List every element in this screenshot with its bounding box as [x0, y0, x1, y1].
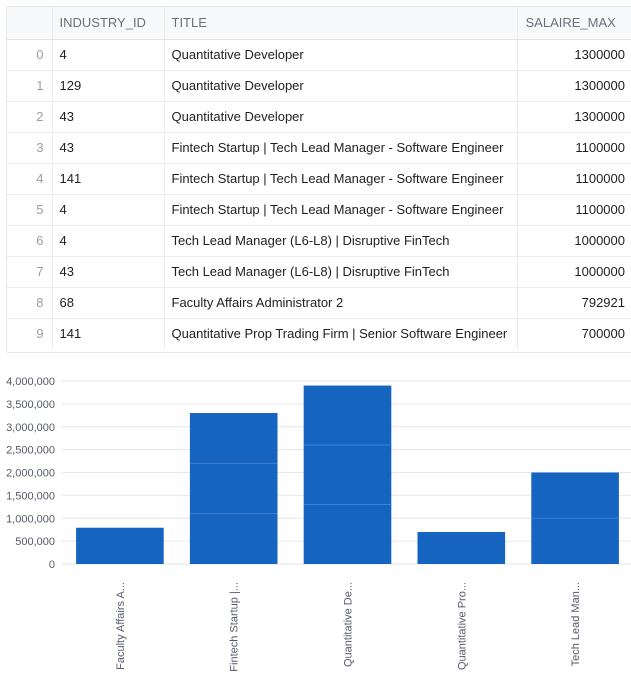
table-header-row: INDUSTRY_ID TITLE SALAIRE_MAX — [7, 7, 631, 40]
cell-salaire-max: 1300000 — [517, 70, 631, 102]
header-industry-id[interactable]: INDUSTRY_ID — [52, 7, 165, 40]
x-tick-label: Quantitative De... — [343, 582, 355, 667]
y-tick-label: 2,500,000 — [6, 445, 55, 457]
cell-salaire-max: 1300000 — [517, 101, 631, 133]
row-index: 3 — [7, 132, 53, 164]
cell-industry-id: 141 — [52, 318, 165, 349]
x-tick-label: Fintech Startup |... — [229, 582, 241, 672]
bar-segment — [189, 463, 278, 514]
y-tick-label: 500,000 — [15, 536, 55, 548]
y-tick-label: 0 — [49, 559, 55, 571]
cell-salaire-max: 1100000 — [517, 163, 631, 195]
row-index: 1 — [7, 70, 53, 102]
cell-industry-id: 129 — [52, 70, 165, 102]
cell-industry-id: 43 — [52, 132, 165, 164]
y-tick-label: 3,500,000 — [6, 399, 55, 411]
cell-title: Tech Lead Manager (L6-L8) | Disruptive F… — [164, 256, 518, 288]
cell-title: Faculty Affairs Administrator 2 — [164, 287, 518, 319]
cell-salaire-max: 792921 — [517, 287, 631, 319]
x-tick-label: Tech Lead Man... — [570, 582, 582, 666]
y-tick-label: 1,500,000 — [6, 490, 55, 502]
row-index: 0 — [7, 39, 53, 71]
cell-salaire-max: 1100000 — [517, 132, 631, 164]
bar-segment — [531, 518, 619, 564]
cell-title: Tech Lead Manager (L6-L8) | Disruptive F… — [164, 225, 518, 257]
table-row: 5 4 Fintech Startup | Tech Lead Manager - … — [7, 194, 631, 226]
cell-industry-id: 4 — [52, 194, 165, 226]
table-row: 1 129 Quantitative Developer 1300000 — [7, 70, 631, 102]
cell-title: Fintech Startup | Tech Lead Manager - So… — [164, 194, 518, 226]
bar-segment — [531, 472, 619, 519]
row-index: 2 — [7, 101, 53, 133]
bar-segment — [76, 527, 164, 564]
results-table: INDUSTRY_ID TITLE SALAIRE_MAX 0 4 Quantita… — [6, 6, 631, 353]
header-index[interactable] — [7, 7, 53, 40]
row-index: 9 — [7, 318, 53, 349]
table-row: 2 43 Quantitative Developer 1300000 — [7, 101, 631, 133]
y-tick-label: 2,000,000 — [6, 468, 55, 480]
table-row: 3 43 Fintech Startup | Tech Lead Manager -… — [7, 132, 631, 164]
cell-title: Quantitative Developer — [164, 70, 518, 102]
cell-title: Fintech Startup | Tech Lead Manager - So… — [164, 163, 518, 195]
row-index: 8 — [7, 287, 53, 319]
cell-title: Quantitative Developer — [164, 101, 518, 133]
table-row: 6 4 Tech Lead Manager (L6-L8) | Disruptive… — [7, 225, 631, 257]
x-tick-label: Faculty Affairs A... — [115, 582, 127, 670]
bar-segment — [189, 413, 278, 464]
cell-industry-id: 43 — [52, 101, 165, 133]
table-row: 7 43 Tech Lead Manager (L6-L8) | Disruptiv… — [7, 256, 631, 288]
row-index: 4 — [7, 163, 53, 195]
salary-bar-chart: 0 500,000 1,000,000 1,500,000 2,000,000 2,500… — [6, 376, 631, 672]
header-title[interactable]: TITLE — [164, 7, 518, 40]
bar-segment — [303, 445, 392, 505]
header-salaire-max[interactable]: SALAIRE_MAX — [517, 7, 631, 40]
cell-salaire-max: 1000000 — [517, 256, 631, 288]
cell-industry-id: 4 — [52, 225, 165, 257]
bar-segment — [303, 385, 392, 446]
cell-industry-id: 68 — [52, 287, 165, 319]
bar-segment — [189, 513, 278, 564]
cell-salaire-max: 1300000 — [517, 39, 631, 71]
cell-salaire-max: 1100000 — [517, 194, 631, 226]
cell-industry-id: 43 — [52, 256, 165, 288]
bar-segment — [417, 531, 506, 564]
y-tick-label: 1,000,000 — [6, 513, 55, 525]
bar-segment — [303, 504, 392, 564]
cell-salaire-max: 700000 — [581, 326, 625, 342]
cell-title: Fintech Startup | Tech Lead Manager - So… — [164, 132, 518, 164]
row-index: 6 — [7, 225, 53, 257]
table-row: 9 141 Quantitative Prop Trading Firm | Sen… — [7, 318, 631, 349]
table-row: 4 141 Fintech Startup | Tech Lead Manager … — [7, 163, 631, 195]
cell-title: Quantitative Developer — [164, 39, 518, 71]
table-row: 0 4 Quantitative Developer 1300000 — [7, 39, 631, 71]
cell-title: Quantitative Prop Trading Firm | Senior … — [164, 318, 518, 349]
row-index: 5 — [7, 194, 53, 226]
x-tick-label: Quantitative Pro... — [456, 582, 468, 670]
y-tick-label: 4,000,000 — [6, 376, 55, 388]
row-index: 7 — [7, 256, 53, 288]
cell-industry-id: 4 — [52, 39, 165, 71]
y-tick-label: 3,000,000 — [6, 422, 55, 434]
cell-industry-id: 141 — [52, 163, 165, 195]
cell-salaire-max: 1000000 — [517, 225, 631, 257]
table-row: 8 68 Faculty Affairs Administrator 2 792921 — [7, 287, 631, 319]
